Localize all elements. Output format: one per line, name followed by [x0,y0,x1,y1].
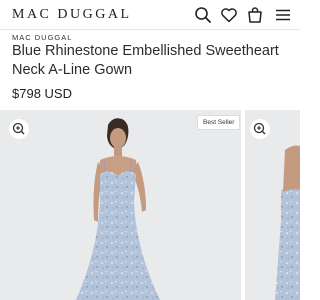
product-price: $798 USD [12,86,72,101]
model-photo [0,110,241,300]
zoom-in-icon[interactable] [250,119,270,139]
product-gallery[interactable]: Best Seller [0,110,300,300]
product-image-next[interactable] [245,110,300,300]
heart-icon[interactable] [220,6,238,24]
brand-logo[interactable]: MAC DUGGAL [12,7,132,23]
product-brand[interactable]: MAC DUGGAL [12,33,72,42]
site-header: MAC DUGGAL [0,0,300,30]
best-seller-badge: Best Seller [197,115,241,130]
product-title: Blue Rhinestone Embellished Sweetheart N… [12,43,279,78]
bag-icon[interactable] [246,6,264,24]
zoom-in-icon[interactable] [9,119,29,139]
menu-icon[interactable] [274,6,292,24]
search-icon[interactable] [194,6,212,24]
product-image-main[interactable]: Best Seller [0,110,241,300]
